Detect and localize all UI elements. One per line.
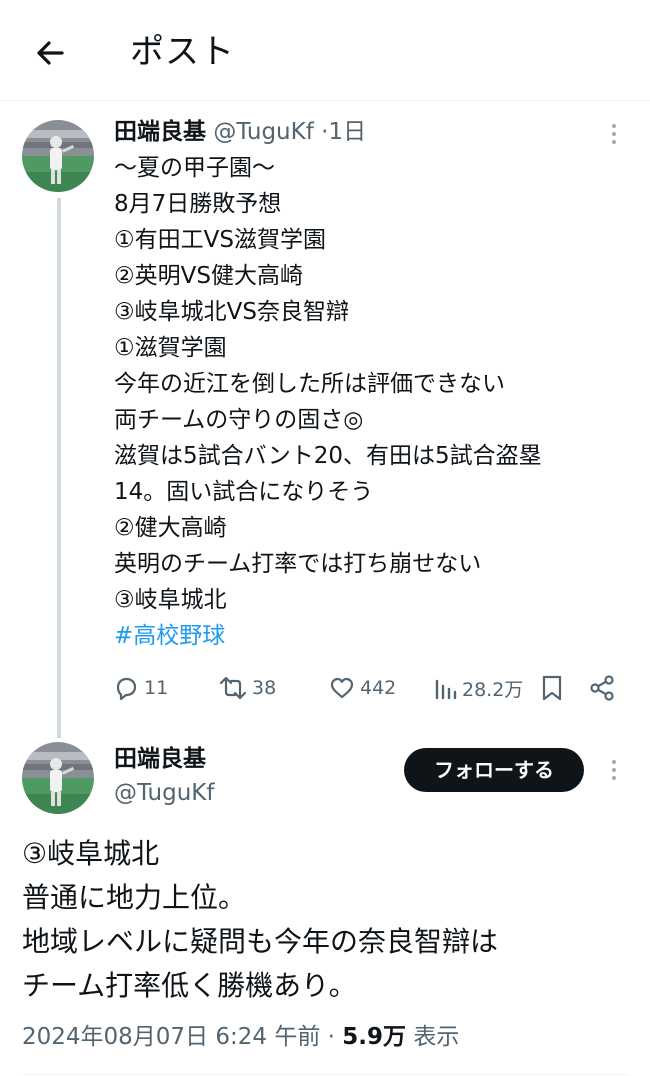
avatar-photo (22, 120, 94, 192)
views-count: 28.2万 (462, 678, 524, 701)
post-line: 普通に地力上位。 (22, 881, 247, 914)
arrow-left-icon (37, 41, 64, 65)
share-icon (590, 675, 614, 701)
post-line: チーム打率低く勝機あり。 (22, 969, 357, 1002)
analytics-icon (435, 679, 457, 700)
post-line: 14。固い試合になりそう (114, 479, 374, 505)
views-button[interactable]: 28.2万 (432, 670, 523, 706)
like-count: 442 (360, 677, 397, 699)
post-line: ③岐阜城北 (114, 587, 227, 613)
post-text: ③岐阜城北 普通に地力上位。 地域レベルに疑問も今年の奈良智辯は チーム打率低く… (22, 832, 632, 1008)
author-handle[interactable]: @TuguKf (213, 119, 314, 145)
avatar-photo (22, 742, 94, 814)
post-timestamp[interactable]: 2024年08月07日 6:24 午前 (22, 1024, 320, 1050)
separator-dot: · (320, 1024, 343, 1050)
post-header: 田端良基 @TuguKf ·1日 (114, 114, 366, 150)
post-text: 〜夏の甲子園〜 8月7日勝敗予想 ①有田工VS滋賀学園 ②英明VS健大高崎 ③岐… (114, 150, 634, 654)
heart-icon (330, 677, 354, 699)
reply-icon (116, 677, 137, 701)
divider (22, 1074, 628, 1075)
bookmark-icon (542, 675, 562, 701)
hashtag-link[interactable]: #高校野球 (114, 618, 634, 654)
page-title: ポスト (130, 32, 235, 72)
post-line: ①滋賀学園 (114, 335, 227, 361)
repost-icon (219, 676, 247, 700)
follow-button[interactable]: フォローする (404, 748, 584, 792)
post-line: 英明のチーム打率では打ち崩せない (114, 551, 482, 577)
post-meta: 2024年08月07日 6:24 午前 · 5.9万 表示 (22, 1018, 459, 1056)
reply-button[interactable]: 11 (112, 670, 168, 706)
author-name[interactable]: 田端良基 (114, 119, 206, 145)
views-value: 5.9万 (342, 1024, 407, 1050)
share-button[interactable] (588, 670, 616, 706)
more-options-button[interactable] (604, 120, 624, 150)
repost-count: 38 (252, 677, 277, 699)
post-line: 今年の近江を倒した所は評価できない (114, 371, 505, 397)
post-line: 〜夏の甲子園〜 (114, 155, 275, 181)
post-line: 地域レベルに疑問も今年の奈良智辯は (22, 925, 499, 958)
like-button[interactable]: 442 (328, 670, 396, 706)
author-handle[interactable]: @TuguKf (114, 776, 215, 810)
post-line: 滋賀は5試合バント20、有田は5試合盗塁 (114, 443, 542, 469)
post-line: ②健大高崎 (114, 515, 227, 541)
top-bar: ポスト (0, 0, 650, 101)
thread-line (57, 198, 61, 738)
avatar[interactable] (22, 120, 94, 192)
post-line: ②英明VS健大高崎 (114, 263, 303, 289)
post-line: 8月7日勝敗予想 (114, 191, 282, 217)
post-line: ③岐阜城北 (22, 837, 160, 870)
post-line: 両チームの守りの固さ◎ (114, 407, 364, 433)
action-bar: 11 38 442 28.2万 (112, 670, 622, 706)
more-options-button[interactable] (604, 756, 624, 786)
post-line: ③岐阜城北VS奈良智辯 (114, 299, 349, 325)
avatar[interactable] (22, 742, 94, 814)
author-name[interactable]: 田端良基 (114, 742, 206, 776)
post-line: ①有田工VS滋賀学園 (114, 227, 326, 253)
reply-count: 11 (144, 677, 169, 699)
views-label: 表示 (406, 1024, 460, 1050)
bookmark-button[interactable] (538, 670, 566, 706)
post-time[interactable]: 1日 (328, 119, 366, 145)
repost-button[interactable]: 38 (218, 670, 276, 706)
back-button[interactable] (30, 34, 70, 74)
